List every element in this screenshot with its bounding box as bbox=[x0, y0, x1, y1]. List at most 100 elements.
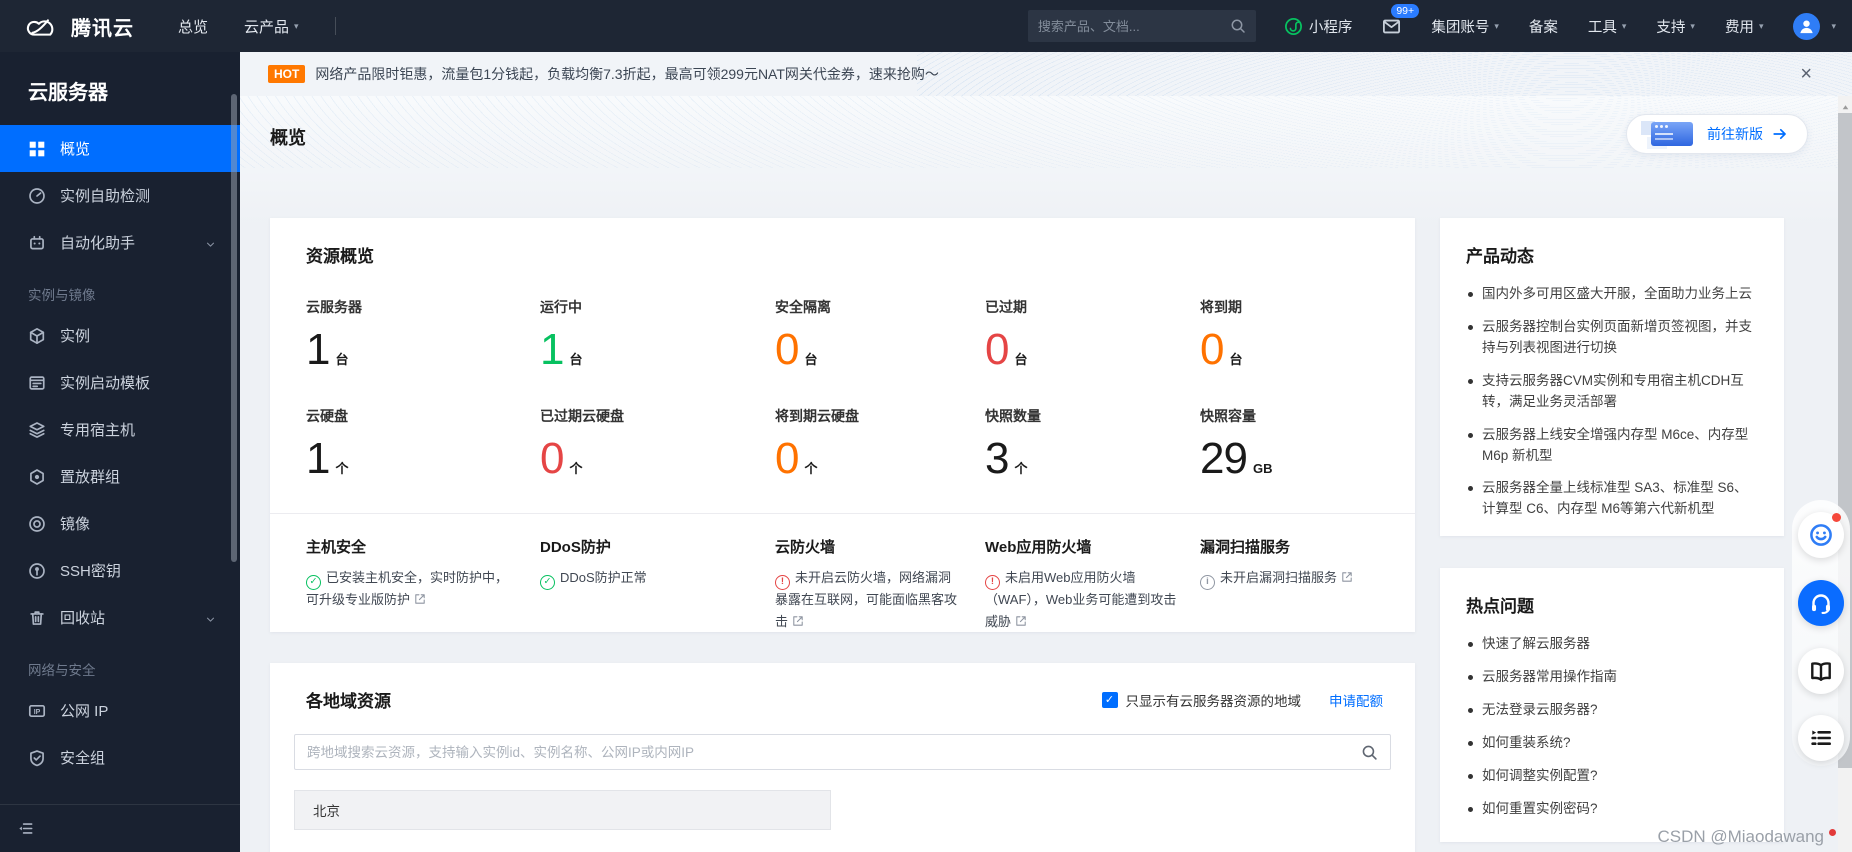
stat-value[interactable]: 0 bbox=[775, 437, 800, 481]
list-item[interactable]: 云服务器全量上线标准型 SA3、标准型 S6、计算型 C6、内存型 M6等第六代… bbox=[1466, 478, 1758, 520]
miniprogram-link[interactable]: 小程序 bbox=[1284, 16, 1352, 37]
status-ok-icon: ✓ bbox=[306, 574, 321, 590]
stat-云服务器: 云服务器 1 台 bbox=[306, 297, 540, 372]
region-search-input[interactable] bbox=[307, 744, 1361, 760]
list-item[interactable]: 如何重置实例密码? bbox=[1466, 799, 1758, 820]
topnav-item-1[interactable]: 云产品 ▾ bbox=[244, 16, 299, 37]
automation-assistant-icon bbox=[28, 234, 46, 252]
region-resources-card: 各地域资源 ✓ 只显示有云服务器资源的地域 申请配额 北京 bbox=[270, 663, 1415, 852]
topnav-menu-1[interactable]: 备案 bbox=[1529, 16, 1558, 37]
sidebar-item-automation-assistant[interactable]: 自动化助手 bbox=[0, 219, 240, 266]
topnav-menu-3[interactable]: 支持 ▾ bbox=[1656, 16, 1695, 37]
topnav-item-0[interactable]: 总览 bbox=[178, 16, 208, 37]
security-text: 未启用Web应用防火墙（WAF），Web业务可能遭到攻击威胁 bbox=[985, 570, 1177, 630]
sidebar-item-ssh-keys[interactable]: SSH密钥 bbox=[0, 547, 240, 594]
filter-checkbox[interactable]: ✓ bbox=[1101, 691, 1118, 708]
search-icon[interactable] bbox=[1361, 744, 1378, 761]
stat-unit: 个 bbox=[335, 461, 349, 476]
list-item[interactable]: 国内外多可用区盛大开服，全面助力业务上云 bbox=[1466, 284, 1758, 305]
tencent-cloud-logo[interactable]: 腾讯云 bbox=[22, 12, 134, 41]
stat-label: 运行中 bbox=[540, 299, 582, 315]
stat-value[interactable]: 0 bbox=[985, 328, 1010, 372]
watermark-red-dot bbox=[1829, 829, 1836, 836]
topnav-item-label: 总览 bbox=[178, 18, 209, 36]
survey-button[interactable] bbox=[1798, 715, 1844, 761]
security-title: 云防火墙 bbox=[775, 539, 836, 556]
topnav-menu-0[interactable]: 集团账号 ▾ bbox=[1431, 16, 1499, 37]
security-body: ✓ 已安装主机安全，实时防护中，可升级专业版防护 bbox=[306, 567, 540, 611]
security-status-row: 主机安全 ✓ 已安装主机安全，实时防护中，可升级专业版防护 DDoS防护 ✓ DDoS防护… bbox=[306, 536, 1379, 633]
sidebar-item-label: 回收站 bbox=[60, 610, 106, 627]
sidebar-item-public-ip[interactable]: IP 公网 IP bbox=[0, 687, 240, 734]
sidebar-item-label: 实例 bbox=[60, 328, 91, 345]
customer-service-button[interactable] bbox=[1798, 580, 1844, 626]
avatar[interactable] bbox=[1793, 12, 1821, 40]
sidebar-item-placement-groups[interactable]: 置放群组 bbox=[0, 453, 240, 500]
external-link-icon[interactable] bbox=[414, 590, 426, 604]
stat-label: 快照数量 bbox=[985, 408, 1041, 424]
list-item[interactable]: 无法登录云服务器? bbox=[1466, 700, 1758, 721]
sidebar-item-launch-templates[interactable]: 实例启动模板 bbox=[0, 359, 240, 406]
stat-value[interactable]: 3 bbox=[985, 437, 1010, 481]
account-menu[interactable]: ▾ bbox=[1793, 12, 1836, 40]
sidebar-item-instance-self-check[interactable]: 实例自助检测 bbox=[0, 172, 240, 219]
list-item-text: 支持云服务器CVM实例和专用宿主机CDH互转，满足业务灵活部署 bbox=[1482, 372, 1744, 409]
security-title: 漏洞扫描服务 bbox=[1200, 539, 1291, 556]
region-tab-beijing[interactable]: 北京 bbox=[294, 790, 831, 830]
global-search[interactable] bbox=[1027, 10, 1256, 42]
stat-value[interactable]: 1 bbox=[540, 328, 565, 372]
stat-unit: 台 bbox=[804, 352, 818, 367]
global-search-input[interactable] bbox=[1037, 18, 1230, 34]
sidebar-item-instances[interactable]: 实例 bbox=[0, 312, 240, 359]
apply-quota-link[interactable]: 申请配额 bbox=[1329, 690, 1383, 710]
external-link-icon[interactable] bbox=[1341, 568, 1353, 582]
security-item-3: Web应用防火墙! 未启用Web应用防火墙（WAF），Web业务可能遭到攻击威胁 bbox=[985, 536, 1200, 633]
feedback-smiley-button[interactable] bbox=[1798, 512, 1844, 558]
sidebar-item-label: 实例自助检测 bbox=[60, 188, 151, 205]
list-item[interactable]: 如何调整实例配置? bbox=[1466, 766, 1758, 787]
recycle-bin-icon bbox=[28, 609, 46, 627]
documentation-button[interactable] bbox=[1798, 648, 1844, 694]
stat-value[interactable]: 0 bbox=[540, 437, 565, 481]
promo-text[interactable]: 网络产品限时钜惠，流量包1分钱起，负载均衡7.3折起，最高可领299元NAT网关… bbox=[315, 64, 939, 84]
filter-checkbox-label[interactable]: 只显示有云服务器资源的地域 bbox=[1126, 690, 1302, 710]
stat-value[interactable]: 0 bbox=[1200, 328, 1225, 372]
list-item[interactable]: 如何重装系统? bbox=[1466, 733, 1758, 754]
dedicated-host-layers-icon bbox=[28, 421, 46, 439]
stat-value[interactable]: 0 bbox=[775, 328, 800, 372]
list-item-text: 如何重置实例密码? bbox=[1482, 800, 1598, 816]
scroll-up-icon[interactable] bbox=[1841, 99, 1850, 110]
stat-value[interactable]: 1 bbox=[306, 437, 331, 481]
list-item[interactable]: 支持云服务器CVM实例和专用宿主机CDH互转，满足业务灵活部署 bbox=[1466, 371, 1758, 413]
security-body: ✓ DDoS防护正常 bbox=[540, 567, 775, 590]
collapse-sidebar-icon[interactable] bbox=[17, 820, 34, 837]
security-item-1: DDoS防护 ✓ DDoS防护正常 bbox=[540, 536, 775, 633]
stat-value[interactable]: 29 bbox=[1200, 437, 1248, 481]
stat-unit: 台 bbox=[1014, 352, 1028, 367]
new-version-thumbnail bbox=[1641, 119, 1699, 149]
search-icon[interactable] bbox=[1230, 18, 1246, 34]
stat-unit: 个 bbox=[804, 461, 818, 476]
sidebar-scrollbar-thumb[interactable] bbox=[231, 94, 237, 562]
list-item[interactable]: 云服务器常用操作指南 bbox=[1466, 667, 1758, 688]
sidebar-item-security-groups[interactable]: 安全组 bbox=[0, 734, 240, 781]
list-item[interactable]: 云服务器上线安全增强内存型 M6ce、内存型 M6p 新机型 bbox=[1466, 425, 1758, 467]
topnav-menu-2[interactable]: 工具 ▾ bbox=[1588, 16, 1627, 37]
product-news-title: 产品动态 bbox=[1466, 247, 1534, 266]
sidebar-item-dedicated-hosts[interactable]: 专用宿主机 bbox=[0, 406, 240, 453]
sidebar-item-overview[interactable]: 概览 bbox=[0, 125, 240, 172]
external-link-icon[interactable] bbox=[792, 612, 804, 626]
security-item-0: 主机安全 ✓ 已安装主机安全，实时防护中，可升级专业版防护 bbox=[306, 536, 540, 633]
list-item[interactable]: 快速了解云服务器 bbox=[1466, 634, 1758, 655]
stat-value[interactable]: 1 bbox=[306, 328, 331, 372]
list-item[interactable]: 云服务器控制台实例页面新增页签视图，并支持与列表视图进行切换 bbox=[1466, 317, 1758, 359]
region-search[interactable] bbox=[294, 734, 1391, 770]
close-icon[interactable]: × bbox=[1800, 64, 1812, 84]
csdn-watermark: CSDN @Miaodawang bbox=[1657, 827, 1836, 847]
sidebar-item-recycle-bin[interactable]: 回收站 bbox=[0, 594, 240, 641]
messages-button[interactable]: 99+ bbox=[1382, 3, 1420, 36]
external-link-icon[interactable] bbox=[1015, 612, 1027, 626]
sidebar-item-images[interactable]: 镜像 bbox=[0, 500, 240, 547]
topnav-menu-4[interactable]: 费用 ▾ bbox=[1725, 16, 1764, 37]
go-to-new-version-button[interactable]: 前往新版 bbox=[1626, 114, 1808, 154]
